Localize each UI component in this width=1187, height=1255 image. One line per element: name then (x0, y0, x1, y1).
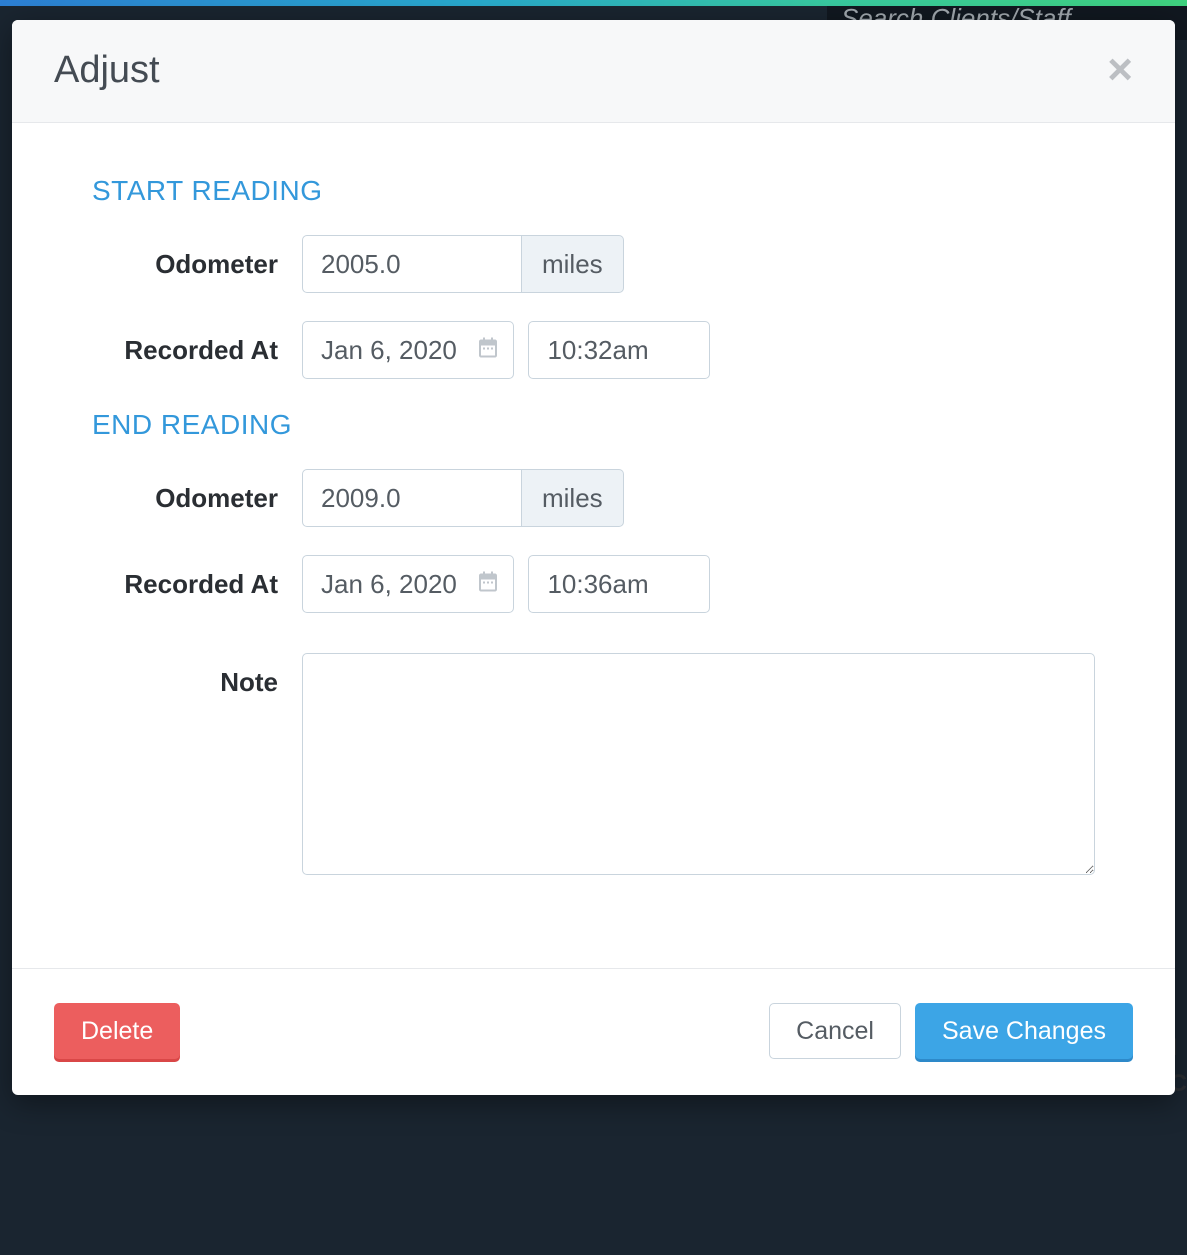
end-odometer-label: Odometer (92, 469, 302, 514)
end-recorded-label: Recorded At (92, 555, 302, 600)
modal-title: Adjust (54, 49, 160, 92)
modal-footer: Delete Cancel Save Changes (12, 968, 1175, 1095)
start-odometer-input[interactable] (302, 235, 522, 293)
note-label: Note (92, 653, 302, 698)
note-textarea[interactable] (302, 653, 1095, 875)
end-recorded-row: Recorded At (92, 555, 1095, 613)
end-odometer-group: miles (302, 469, 624, 527)
modal-body: START READING Odometer miles Recorded At (12, 123, 1175, 968)
start-odometer-group: miles (302, 235, 624, 293)
start-recorded-label: Recorded At (92, 321, 302, 366)
end-reading-heading: END READING (92, 409, 1095, 441)
start-date-input[interactable] (302, 321, 514, 379)
adjust-modal: Adjust × START READING Odometer miles Re… (12, 20, 1175, 1095)
start-time-input[interactable] (528, 321, 710, 379)
start-reading-heading: START READING (92, 175, 1095, 207)
start-odometer-row: Odometer miles (92, 235, 1095, 293)
close-icon[interactable]: × (1107, 48, 1133, 92)
end-odometer-row: Odometer miles (92, 469, 1095, 527)
delete-button[interactable]: Delete (54, 1003, 180, 1059)
end-odometer-input[interactable] (302, 469, 522, 527)
cancel-button[interactable]: Cancel (769, 1003, 901, 1059)
modal-header: Adjust × (12, 20, 1175, 123)
end-unit-addon: miles (522, 469, 624, 527)
note-row: Note (92, 653, 1095, 880)
end-date-input[interactable] (302, 555, 514, 613)
end-time-input[interactable] (528, 555, 710, 613)
start-unit-addon: miles (522, 235, 624, 293)
start-recorded-row: Recorded At (92, 321, 1095, 379)
start-odometer-label: Odometer (92, 235, 302, 280)
save-changes-button[interactable]: Save Changes (915, 1003, 1133, 1059)
top-gradient-bar (0, 0, 1187, 6)
